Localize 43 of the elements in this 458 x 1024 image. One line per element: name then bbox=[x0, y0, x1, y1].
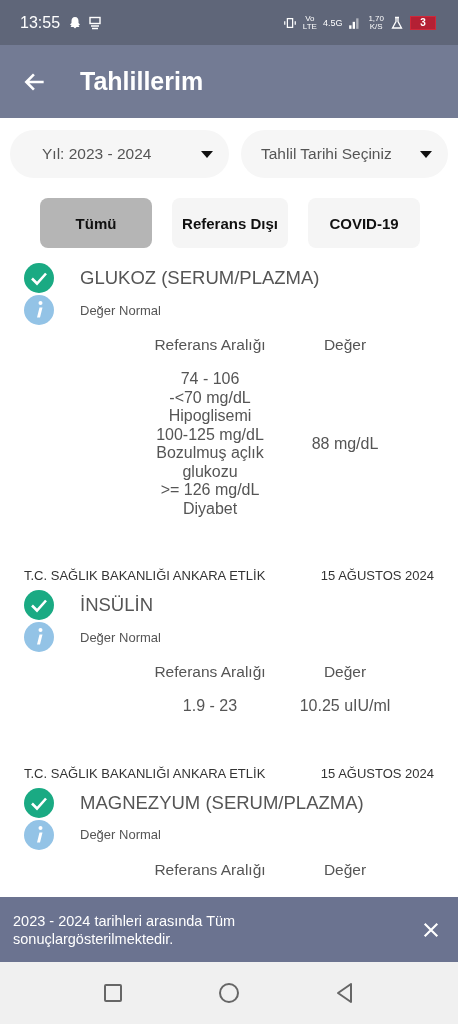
test-name: İNSÜLİN bbox=[80, 594, 153, 616]
dropdown[interactable]: Yıl: 2023 - 2024 bbox=[10, 130, 229, 178]
result-value: 88 mg/dL bbox=[310, 435, 380, 453]
caret-icon bbox=[420, 150, 432, 158]
dropdown[interactable]: Tahlil Tarihi Seçiniz bbox=[241, 130, 448, 178]
check-icon bbox=[24, 787, 54, 818]
result-status: Değer Normal bbox=[80, 629, 161, 645]
vibrate-icon bbox=[282, 15, 297, 30]
reference-range: 74 - 106 -<70 mg/dL Hipoglisemi 100-125 mg/dL Bozulmuş açlık glukozu >= 126 mg/dL Diyabet bbox=[155, 370, 265, 518]
filter-tab[interactable]: Referans Dışı bbox=[172, 198, 288, 248]
result-status: Değer Normal bbox=[80, 827, 161, 842]
test-name: MAGNEZYUM (SERUM/PLAZMA) bbox=[80, 791, 364, 814]
check-icon bbox=[24, 590, 54, 620]
result-value: 10.25 uIU/ml bbox=[298, 697, 392, 716]
hospital-name: T.C. SAĞLIK BAKANLIĞI ANKARA ETLİK bbox=[24, 568, 266, 583]
filter-tab[interactable]: Tümü bbox=[40, 198, 152, 248]
close-icon[interactable] bbox=[422, 920, 440, 939]
flask-icon bbox=[390, 15, 404, 30]
hospital-name: T.C. SAĞLIK BAKANLIĞI ANKARA ETLİK bbox=[24, 765, 266, 781]
result-date: 15 AĞUSTOS 2024 bbox=[320, 765, 434, 781]
page-title: Tahlillerim bbox=[80, 67, 204, 96]
column-header: Değer bbox=[322, 663, 368, 681]
snackbar-message: 2023 - 2024 tarihleri arasında Tüm sonuçlargösterilmektedir. bbox=[13, 911, 237, 948]
battery-level: 3 bbox=[410, 15, 436, 30]
monitor-icon bbox=[88, 15, 103, 30]
check-icon bbox=[24, 263, 54, 293]
status-time: 13:55 bbox=[20, 13, 61, 32]
volte-indicator: Vo LTE bbox=[302, 14, 317, 31]
test-name: GLUKOZ (SERUM/PLAZMA) bbox=[80, 267, 320, 289]
home-icon[interactable] bbox=[218, 982, 240, 1004]
result-status: Değer Normal bbox=[80, 302, 161, 318]
network-type: 4.5G bbox=[322, 17, 343, 28]
column-header: Referans Aralığı bbox=[153, 336, 267, 354]
data-speed: 1,70 K/S bbox=[368, 14, 384, 31]
reference-range: 1.9 - 23 bbox=[181, 697, 239, 716]
column-header: Değer bbox=[322, 336, 368, 354]
column-header: Referans Aralığı bbox=[153, 860, 267, 879]
result-date: 15 AĞUSTOS 2024 bbox=[320, 568, 434, 583]
column-header: Değer bbox=[322, 860, 368, 879]
filter-tab[interactable]: COVID-19 bbox=[308, 198, 420, 248]
recents-icon[interactable] bbox=[102, 982, 124, 1004]
column-header: Referans Aralığı bbox=[153, 663, 267, 681]
caret-icon bbox=[201, 150, 213, 158]
